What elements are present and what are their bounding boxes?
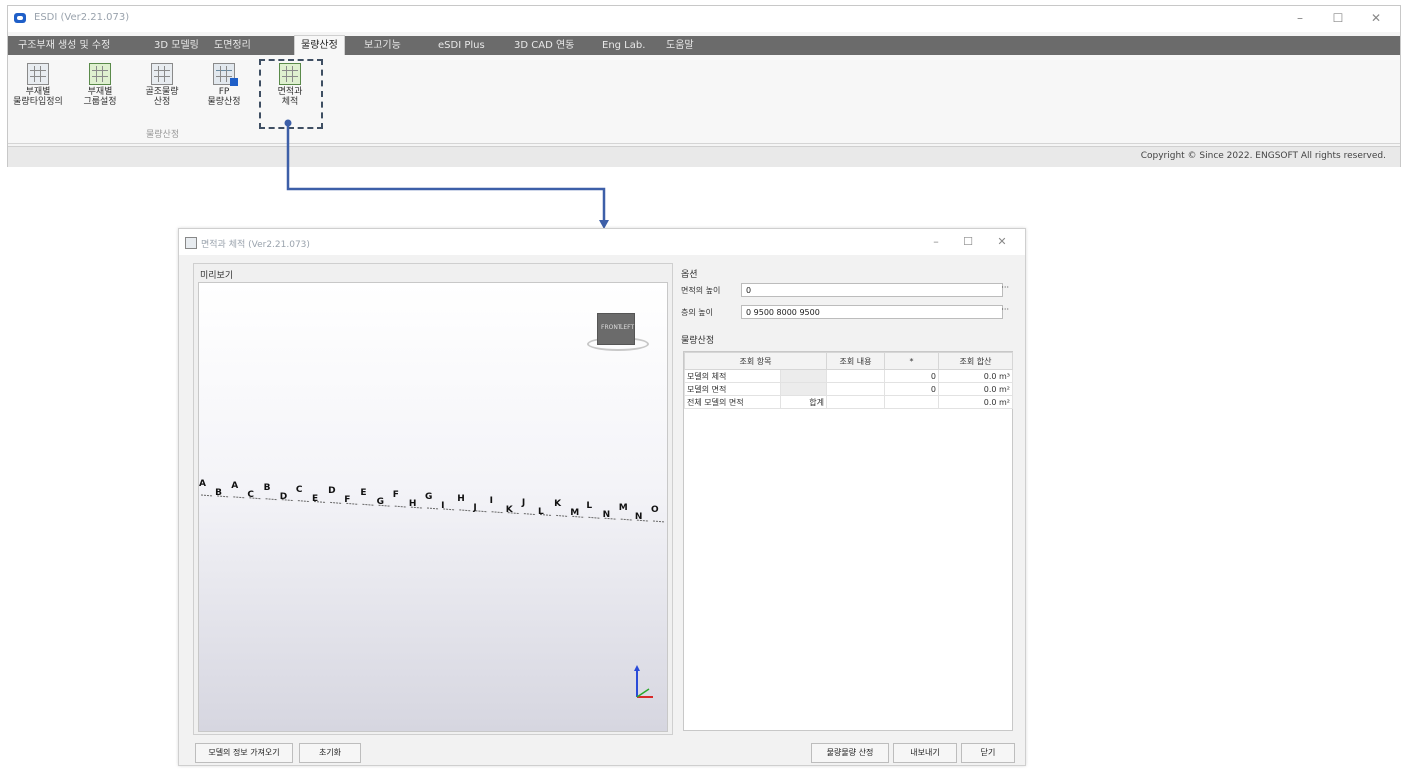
quantity-table: 조회 항목 조회 내용 * 조회 합산 모델의 체적 0 0.0 m³ 모델의 … (683, 351, 1014, 731)
row-content[interactable] (826, 395, 886, 409)
grid-label: E (312, 493, 319, 504)
grid-label: A (231, 480, 239, 491)
column-header[interactable]: 조회 합산 (938, 352, 1014, 370)
export-button[interactable]: 내보내기 (893, 743, 957, 763)
grid-label: G (376, 497, 384, 508)
grid-label: O (651, 505, 659, 515)
grid-label: G (425, 492, 433, 502)
grid-lines (200, 494, 666, 523)
reset-button[interactable]: 초기화 (299, 743, 361, 763)
grid-label: J (521, 497, 526, 508)
grid-label: L (538, 506, 544, 517)
row-content[interactable] (826, 369, 886, 383)
3d-viewport[interactable]: FRONT LEFT ABACBDCEDFEGFHGIHJIKJLKMLNMNO (198, 282, 668, 732)
row-sub: 합계 (779, 395, 828, 409)
close-button[interactable]: 닫기 (961, 743, 1015, 763)
column-header[interactable]: 조회 내용 (826, 352, 886, 370)
grid-label: H (457, 493, 465, 504)
minimize-icon[interactable]: – (923, 233, 949, 251)
options-panel: 옵션 면적의 높이 0 ··· 층의 높이 0 9500 8000 9500 ·… (677, 263, 1014, 733)
row-star: 0 (884, 382, 940, 396)
row-sub (779, 382, 828, 396)
table-row[interactable]: 모델의 면적 0 0.0 m² (684, 382, 1014, 396)
row-sum: 0.0 m² (938, 382, 1014, 396)
dialog-app-icon (185, 237, 197, 249)
more-options-icon[interactable]: ··· (1001, 283, 1009, 292)
row-star: 0 (884, 369, 940, 383)
grid-label: K (505, 504, 513, 515)
row-item: 모델의 체적 (684, 369, 781, 383)
option-row-area-height: 면적의 높이 0 ··· (677, 283, 1013, 299)
options-caption: 옵션 (681, 270, 698, 280)
preview-caption: 미리보기 (200, 271, 234, 281)
option-row-floor-height: 층의 높이 0 9500 8000 9500 ··· (677, 305, 1013, 321)
table-row[interactable]: 모델의 체적 0 0.0 m³ (684, 369, 1014, 383)
option-label: 층의 높이 (681, 308, 713, 317)
option-label: 면적의 높이 (681, 286, 721, 295)
close-icon[interactable]: ✕ (989, 233, 1015, 251)
load-model-info-button[interactable]: 모델의 정보 가져오기 (195, 743, 293, 763)
grid-label: L (586, 501, 593, 512)
column-header[interactable]: 조회 항목 (683, 352, 828, 370)
area-volume-dialog: 면적과 체적 (Ver2.21.073) – ☐ ✕ 미리보기 FRONT LE… (178, 228, 1026, 766)
grid-label: C (247, 489, 255, 500)
axis-triad-icon (634, 665, 653, 698)
calc-quantity-button[interactable]: 물량물량 산정 (811, 743, 889, 763)
grid-label: K (554, 499, 562, 510)
floor-height-field[interactable]: 0 9500 8000 9500 (741, 305, 1003, 319)
grid-label: M (570, 508, 580, 519)
column-header[interactable]: * (884, 352, 940, 370)
grid-label: H (408, 499, 417, 510)
row-sum: 0.0 m³ (938, 369, 1014, 383)
table-row[interactable]: 전체 모델의 면적 합계 0.0 m² (684, 395, 1014, 409)
maximize-icon[interactable]: ☐ (955, 233, 981, 251)
grid-label: M (618, 503, 628, 514)
grid-label: I (441, 500, 445, 511)
grid-label: F (392, 490, 399, 501)
more-options-icon[interactable]: ··· (1001, 305, 1009, 314)
grid-label: B (215, 487, 223, 498)
area-height-field[interactable]: 0 (741, 283, 1003, 297)
calc-caption: 물량산정 (681, 336, 715, 346)
grid-label: I (489, 495, 493, 506)
grid-label: F (344, 495, 351, 506)
grid-label: J (473, 502, 477, 513)
row-sum: 0.0 m² (938, 395, 1014, 409)
grid-label: D (328, 486, 336, 497)
row-star (884, 395, 940, 409)
grid-label: N (634, 512, 643, 523)
grid-label: N (602, 510, 611, 521)
grid-label: B (263, 482, 271, 493)
dialog-title-bar: 면적과 체적 (Ver2.21.073) – ☐ ✕ (179, 229, 1025, 255)
row-item: 전체 모델의 면적 (684, 395, 781, 409)
grid-label: A (199, 479, 206, 489)
grid-label: D (279, 491, 288, 502)
row-item: 모델의 면적 (684, 382, 781, 396)
dialog-title: 면적과 체적 (Ver2.21.073) (201, 240, 310, 250)
grid-label: E (360, 488, 367, 499)
row-content[interactable] (826, 382, 886, 396)
preview-panel: 미리보기 FRONT LEFT ABACBDCEDFEGFHGIHJIKJLKM… (193, 263, 673, 735)
grid-label: C (295, 484, 303, 495)
row-sub (779, 369, 828, 383)
